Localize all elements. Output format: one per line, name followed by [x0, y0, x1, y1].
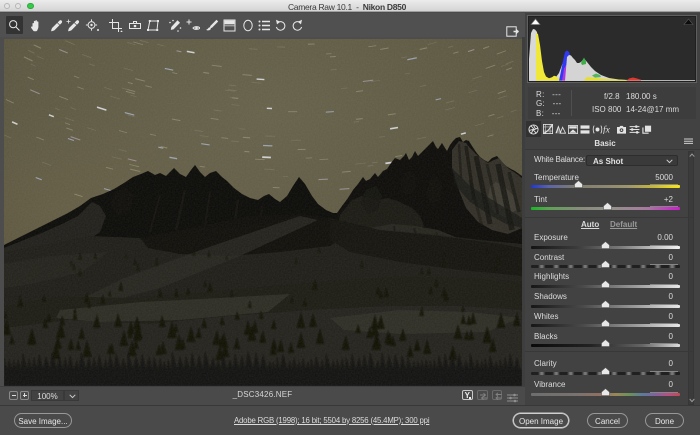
- svg-text:fx: fx: [603, 124, 611, 134]
